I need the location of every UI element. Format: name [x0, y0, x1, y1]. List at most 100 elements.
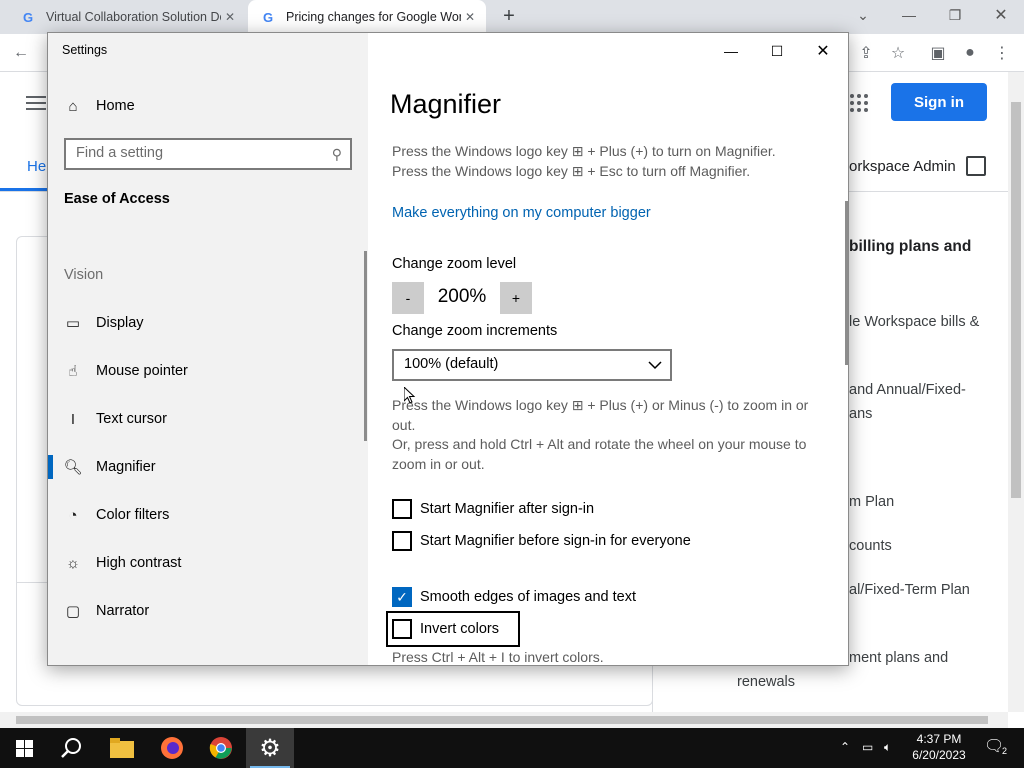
google-icon: G — [262, 9, 274, 25]
invert-hint-text: Press Ctrl + Alt + I to invert colors. — [392, 649, 604, 665]
browser-tab-active[interactable]: G Pricing changes for Google Work ✕ — [248, 0, 486, 34]
narrator-icon: ▢ — [65, 603, 81, 620]
checkbox-label: Start Magnifier before sign-in for every… — [420, 533, 691, 549]
side-panel-icon[interactable]: ▣ — [928, 43, 948, 63]
magnifier-icon: 🔍︎ — [63, 459, 83, 476]
maximize-button[interactable]: ☐ — [754, 37, 800, 65]
content-scrollbar[interactable] — [845, 201, 848, 365]
nav-item-display[interactable]: ▭ Display — [48, 305, 368, 341]
chrome-button[interactable] — [197, 728, 245, 768]
zoom-increment-label: Change zoom increments — [392, 323, 558, 339]
toc-item[interactable]: ans — [849, 402, 872, 426]
toc-item[interactable]: al/Fixed-Term Plan — [849, 578, 970, 602]
windows-logo-icon — [15, 739, 33, 757]
tab-title: Virtual Collaboration Solution De — [46, 10, 221, 24]
nav-label: Mouse pointer — [96, 363, 188, 379]
checkmark-icon[interactable]: ✓ — [392, 587, 412, 607]
external-link-icon[interactable] — [966, 156, 986, 176]
scrollbar-thumb[interactable] — [16, 716, 988, 724]
search-icon: ⚲ — [331, 146, 342, 162]
back-icon[interactable]: ← — [11, 43, 31, 63]
sidebar-scrollbar[interactable] — [364, 251, 367, 441]
toc-heading[interactable]: billing plans and — [849, 235, 971, 259]
search-button[interactable] — [48, 728, 96, 768]
window-title: Settings — [62, 43, 108, 57]
toc-item[interactable]: renewals — [737, 670, 795, 694]
find-setting-input[interactable]: Find a setting ⚲ — [64, 138, 352, 170]
nav-item-narrator[interactable]: ▢ Narrator — [48, 593, 368, 629]
invert-colors-checkbox[interactable]: Invert colors — [392, 619, 499, 639]
nav-label: Color filters — [96, 507, 170, 523]
checkbox[interactable] — [392, 499, 412, 519]
start-button[interactable] — [0, 728, 48, 768]
tab-search-icon[interactable]: ⌄ — [840, 0, 886, 30]
folder-icon — [110, 738, 134, 758]
system-clock[interactable]: 4:37 PM 6/20/2023 — [905, 731, 973, 763]
toc-item[interactable]: ment plans and — [849, 646, 948, 670]
minimize-browser-button[interactable]: — — [886, 0, 932, 30]
home-icon: ⌂ — [68, 97, 78, 115]
browser-tab[interactable]: G Virtual Collaboration Solution De ✕ — [8, 0, 246, 34]
close-button[interactable]: ✕ — [800, 37, 846, 65]
google-apps-icon[interactable] — [850, 94, 868, 112]
hamburger-menu-icon[interactable] — [26, 96, 46, 110]
nav-label: Magnifier — [96, 459, 156, 475]
network-icon[interactable]: ▭ — [862, 740, 873, 754]
firefox-icon — [161, 737, 183, 759]
minimize-button[interactable]: — — [708, 37, 754, 65]
pointer-icon: ☝ — [68, 363, 78, 380]
toc-item[interactable]: counts — [849, 534, 892, 558]
nav-item-color-filters[interactable]: ◔ Color filters — [48, 497, 368, 533]
zoom-hint-text: Press the Windows logo key ⊞ + Plus (+) … — [392, 397, 809, 433]
toc-item[interactable]: le Workspace bills & — [849, 310, 979, 334]
page-horizontal-scrollbar[interactable] — [0, 712, 1008, 728]
notification-count: 2 — [1002, 746, 1008, 756]
smooth-edges-checkbox[interactable]: ✓ Smooth edges of images and text — [392, 587, 636, 607]
close-browser-button[interactable]: ✕ — [978, 0, 1024, 30]
nav-item-text-cursor[interactable]: I Text cursor — [48, 401, 368, 437]
start-before-signin-checkbox[interactable]: Start Magnifier before sign-in for every… — [392, 531, 691, 551]
firefox-button[interactable] — [148, 728, 196, 768]
nav-item-mouse-pointer[interactable]: ☝ Mouse pointer — [48, 353, 368, 389]
page-title: Magnifier — [390, 89, 502, 119]
bookmark-star-icon[interactable]: ☆ — [888, 43, 908, 63]
restore-browser-button[interactable]: ❐ — [932, 0, 978, 30]
nav-item-magnifier[interactable]: 🔍︎ Magnifier — [48, 449, 368, 485]
page-vertical-scrollbar[interactable] — [1008, 72, 1024, 712]
close-tab-icon[interactable]: ✕ — [222, 9, 238, 25]
zoom-out-button[interactable]: - — [392, 282, 424, 314]
menu-dots-icon[interactable]: ⋮ — [992, 43, 1012, 63]
close-tab-icon[interactable]: ✕ — [462, 9, 478, 25]
mouse-cursor-icon — [404, 387, 416, 404]
toc-item[interactable]: and Annual/Fixed- — [849, 378, 966, 402]
share-icon[interactable]: ⇪ — [856, 43, 876, 63]
file-explorer-button[interactable] — [98, 728, 146, 768]
checkbox-label: Invert colors — [420, 621, 499, 637]
settings-taskbar-button[interactable]: ⚙ — [246, 728, 294, 768]
nav-label: High contrast — [96, 555, 182, 571]
make-bigger-link[interactable]: Make everything on my computer bigger — [392, 205, 651, 221]
toc-item[interactable]: m Plan — [849, 490, 894, 514]
zoom-in-button[interactable]: + — [500, 282, 532, 314]
profile-icon[interactable]: ● — [960, 43, 980, 63]
nav-item-high-contrast[interactable]: ☼ High contrast — [48, 545, 368, 581]
zoom-level-value: 200% — [437, 286, 487, 307]
checkbox[interactable] — [392, 619, 412, 639]
checkbox[interactable] — [392, 531, 412, 551]
start-after-signin-checkbox[interactable]: Start Magnifier after sign-in — [392, 499, 594, 519]
sign-in-button[interactable]: Sign in — [891, 83, 987, 121]
google-icon: G — [22, 9, 34, 25]
scrollbar-thumb[interactable] — [1011, 102, 1021, 498]
chevron-up-icon[interactable]: ⌃ — [840, 740, 850, 754]
new-tab-button[interactable]: + — [498, 5, 520, 27]
zoom-hint-text-2: Or, press and hold Ctrl + Alt and rotate… — [392, 436, 807, 472]
sun-icon: ☼ — [66, 554, 80, 572]
workspace-admin-link[interactable]: orkspace Admin — [849, 158, 956, 175]
section-title: Ease of Access — [64, 191, 170, 207]
zoom-increment-select[interactable]: 100% (default) — [392, 349, 672, 381]
volume-muted-icon[interactable]: 🔈︎ — [884, 740, 891, 755]
checkbox-label: Start Magnifier after sign-in — [420, 501, 595, 517]
palette-icon: ◔ — [68, 506, 78, 524]
home-nav-item[interactable]: ⌂ Home — [64, 97, 134, 115]
settings-window: Settings ⌂ Home Find a setting ⚲ Ease of… — [47, 32, 849, 666]
